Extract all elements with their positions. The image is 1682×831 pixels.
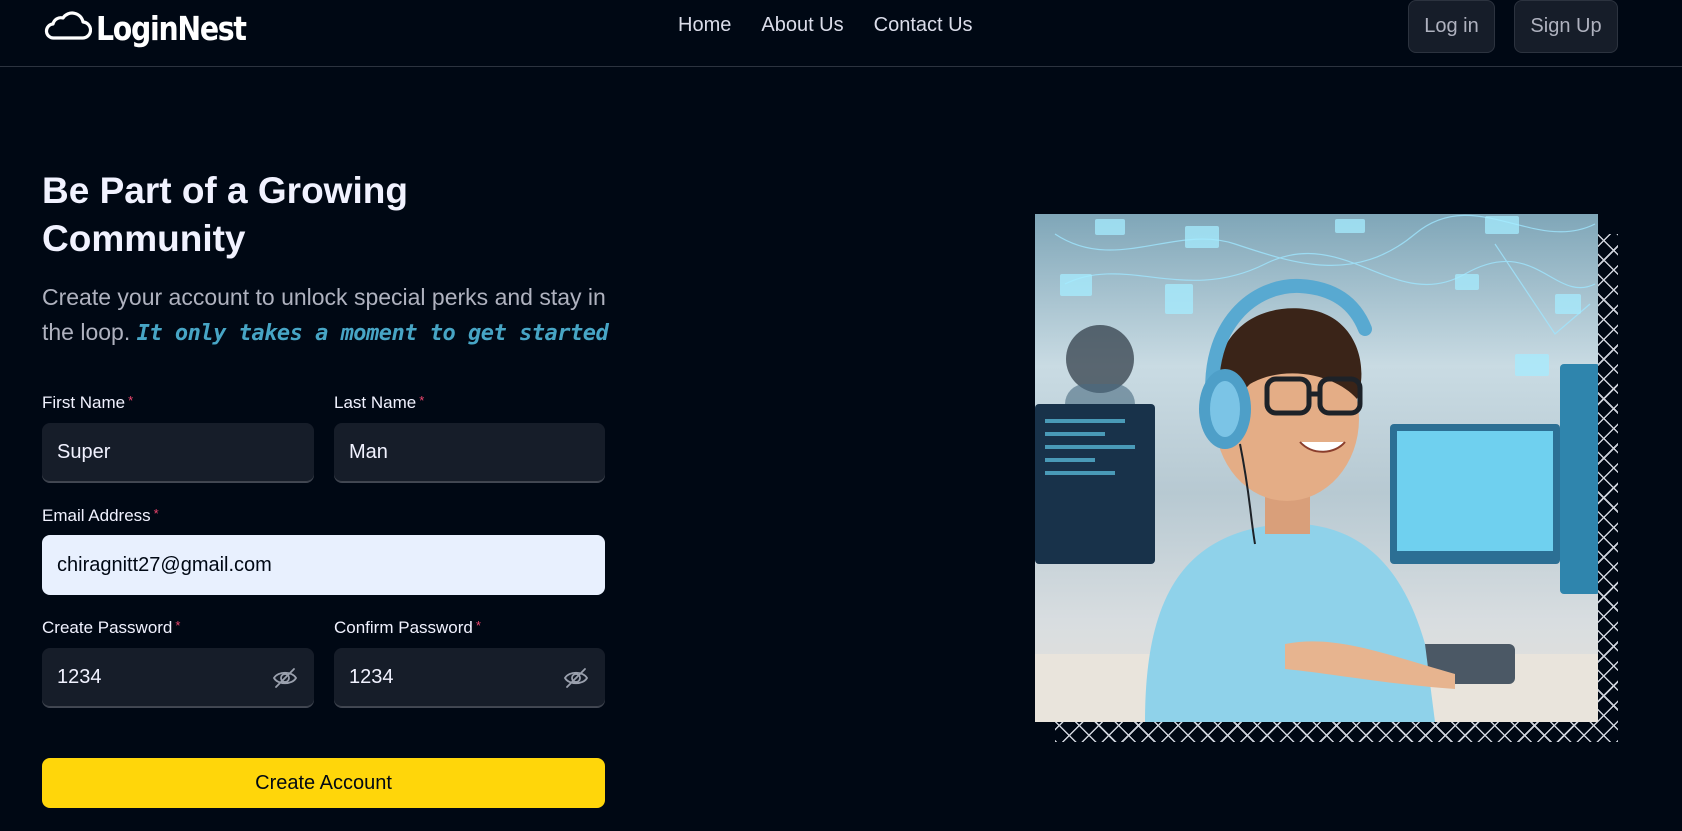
create-account-button[interactable]: Create Account (42, 758, 605, 808)
last-name-label-text: Last Name (334, 393, 417, 412)
last-name-label: Last Name * (334, 393, 424, 413)
last-name-input[interactable]: Man (334, 423, 605, 483)
login-button[interactable]: Log in (1408, 0, 1495, 53)
create-password-label-text: Create Password (42, 618, 173, 637)
first-name-input[interactable]: Super (42, 423, 314, 483)
cloud-icon (42, 10, 93, 46)
first-name-label-text: First Name (42, 393, 126, 412)
signup-button[interactable]: Sign Up (1514, 0, 1618, 53)
last-name-value: Man (349, 441, 388, 463)
nav-link-contact[interactable]: Contact Us (874, 14, 973, 37)
email-label-text: Email Address (42, 506, 151, 525)
subtitle-highlight: It only takes a moment to get started (136, 321, 609, 346)
navbar: LoginNest Home About Us Contact Us Log i… (0, 0, 1682, 67)
nav-link-home[interactable]: Home (678, 14, 731, 37)
first-name-value: Super (57, 441, 111, 463)
required-mark: * (475, 618, 481, 633)
required-mark: * (175, 618, 181, 633)
eye-off-icon[interactable] (271, 664, 299, 692)
logo[interactable]: LoginNest (42, 4, 270, 52)
confirm-password-label-text: Confirm Password (334, 618, 473, 637)
email-label: Email Address * (42, 506, 159, 526)
hero-image (1035, 214, 1598, 722)
required-mark: * (419, 393, 425, 408)
confirm-password-value: 1234 (349, 666, 394, 688)
required-mark: * (153, 506, 159, 521)
page-title: Be Part of a Growing Community (42, 170, 408, 259)
create-password-value: 1234 (57, 666, 102, 688)
email-value: chiragnitt27@gmail.com (57, 553, 272, 576)
email-input[interactable]: chiragnitt27@gmail.com (42, 535, 605, 595)
nav-links: Home About Us Contact Us (678, 14, 973, 37)
eye-off-icon[interactable] (562, 664, 590, 692)
confirm-password-input[interactable]: 1234 (334, 648, 605, 708)
first-name-label: First Name * (42, 393, 133, 413)
create-password-label: Create Password * (42, 618, 180, 638)
confirm-password-label: Confirm Password * (334, 618, 481, 638)
nav-link-about[interactable]: About Us (761, 14, 843, 37)
required-mark: * (128, 393, 134, 408)
create-password-input[interactable]: 1234 (42, 648, 314, 708)
page-subtitle: Create your account to unlock special pe… (42, 280, 622, 351)
brand-name: LoginNest (96, 8, 247, 48)
